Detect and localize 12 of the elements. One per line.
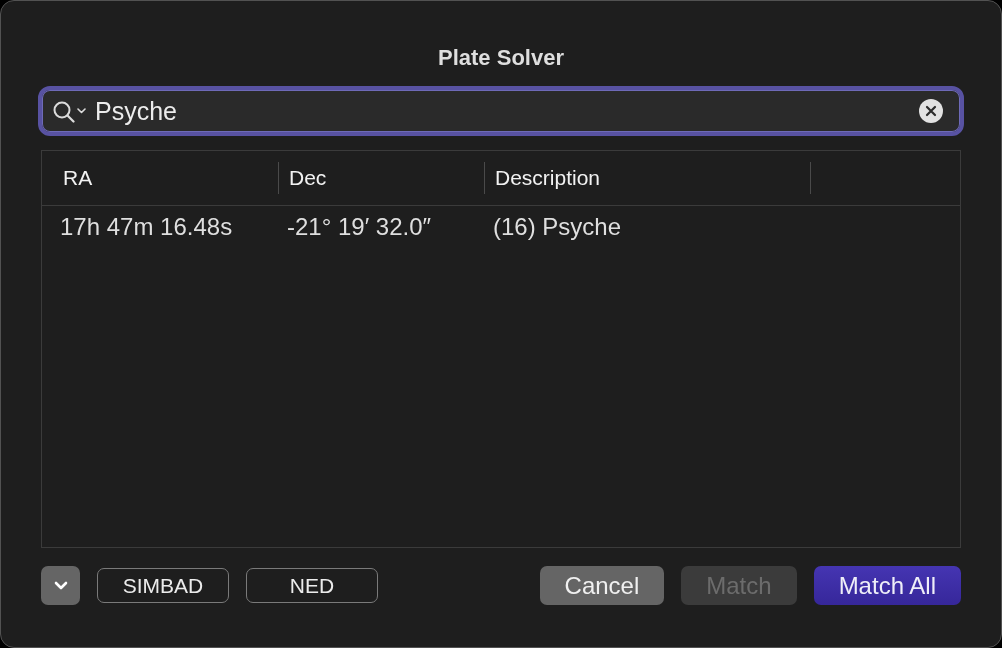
disclosure-button[interactable] [41, 566, 80, 605]
catalog-button[interactable]: SIMBAD [97, 568, 229, 603]
catalog-button[interactable]: NED [246, 568, 378, 603]
table-cell-text: -21° 19′ 32.0″ [286, 211, 433, 242]
search-icon[interactable] [52, 99, 86, 123]
table-cell-text: 17h 47m 16.48s [59, 211, 234, 242]
table-cell-text: (16) Psyche [492, 211, 623, 242]
action-button[interactable]: Cancel [539, 566, 665, 605]
clear-icon[interactable] [919, 99, 943, 123]
action-button[interactable]: Match All [813, 566, 961, 605]
search-field[interactable]: Psyche [38, 86, 964, 136]
window-title: Plate Solver [438, 45, 564, 71]
